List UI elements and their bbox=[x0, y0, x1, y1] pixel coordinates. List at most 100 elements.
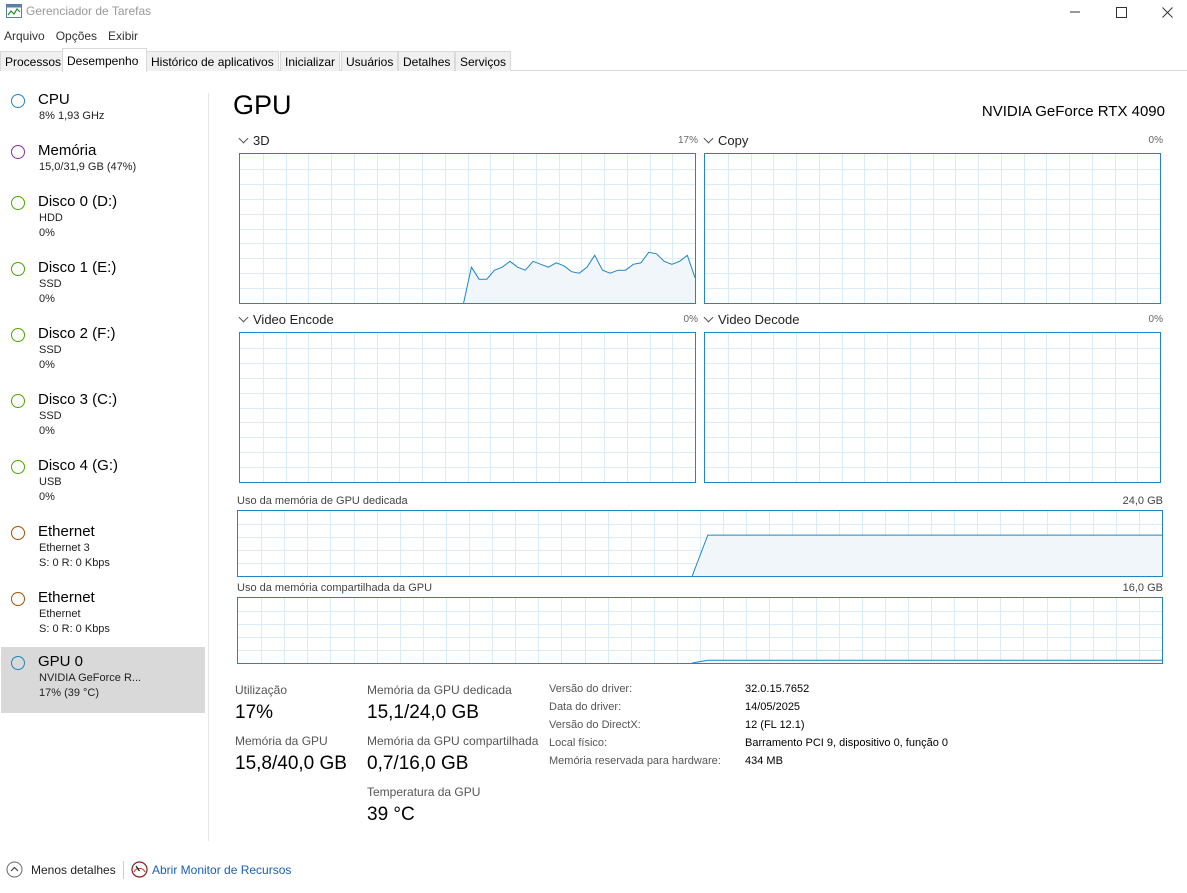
sidebar-item-memoria[interactable]: Memória 15,0/31,9 GB (47%) bbox=[1, 139, 205, 189]
tab-strip: Processos Desempenho Histórico de aplica… bbox=[0, 48, 1187, 72]
sidebar-item-adapter: Ethernet bbox=[39, 608, 81, 620]
physical-location-label: Local físico: bbox=[549, 737, 608, 749]
sidebar-item-detail: 17% (39 °C) bbox=[39, 687, 100, 699]
sidebar-item-adapter: NVIDIA GeForce R... bbox=[39, 672, 142, 684]
sidebar-item-detail: 0% bbox=[39, 359, 55, 371]
sidebar-item-ethernet-3[interactable]: Ethernet Ethernet 3 S: 0 R: 0 Kbps bbox=[1, 520, 205, 584]
chevron-down-icon bbox=[703, 312, 714, 323]
graph-video-encode-svg bbox=[240, 333, 695, 482]
hardware-reserved-memory-value: 434 MB bbox=[745, 755, 783, 767]
disk-circle-icon bbox=[11, 196, 25, 210]
menu-opcoes[interactable]: Opções bbox=[52, 26, 101, 46]
task-manager-icon bbox=[6, 4, 22, 18]
graph-shared-memory bbox=[237, 597, 1163, 664]
maximize-button[interactable] bbox=[1098, 0, 1144, 24]
gpu-memory-stat-value: 15,8/40,0 GB bbox=[235, 753, 347, 774]
sidebar-item-disco-0[interactable]: Disco 0 (D:) HDD 0% bbox=[1, 190, 205, 254]
graph-copy-label[interactable]: Copy bbox=[703, 133, 748, 148]
sidebar-item-detail: 0% bbox=[39, 491, 55, 503]
chevron-up-circle-icon[interactable] bbox=[6, 861, 23, 878]
directx-version-value: 12 (FL 12.1) bbox=[745, 719, 805, 731]
graph-3d-title: 3D bbox=[253, 133, 270, 148]
sidebar-item-disco-2[interactable]: Disco 2 (F:) SSD 0% bbox=[1, 322, 205, 386]
sidebar-item-disco-4[interactable]: Disco 4 (G:) USB 0% bbox=[1, 454, 205, 518]
graph-3d-label[interactable]: 3D bbox=[238, 133, 270, 148]
gpu-circle-icon bbox=[11, 656, 25, 670]
utilization-value: 17% bbox=[235, 702, 274, 723]
close-icon bbox=[1161, 6, 1173, 18]
gpu-temperature-value: 39 °C bbox=[367, 804, 415, 825]
window-title: Gerenciador de Tarefas bbox=[26, 4, 152, 18]
graph-shared-memory-svg bbox=[238, 598, 1162, 663]
dedicated-memory-label: Uso da memória de GPU dedicada bbox=[237, 495, 408, 507]
gpu-temperature-label: Temperatura da GPU bbox=[367, 785, 481, 799]
tab-desempenho[interactable]: Desempenho bbox=[62, 48, 147, 72]
tab-historico[interactable]: Histórico de aplicativos bbox=[146, 51, 279, 71]
series-area bbox=[692, 535, 1162, 576]
driver-version-value: 32.0.15.7652 bbox=[745, 683, 810, 695]
sidebar-item-type: SSD bbox=[39, 410, 62, 422]
chevron-down-icon bbox=[238, 312, 249, 323]
sidebar-item-cpu[interactable]: CPU 8% 1,93 GHz bbox=[1, 88, 205, 138]
sidebar-item-title: GPU 0 bbox=[38, 653, 84, 670]
shared-memory-max: 16,0 GB bbox=[1122, 582, 1163, 594]
minimize-button[interactable] bbox=[1052, 0, 1098, 24]
disk-circle-icon bbox=[11, 460, 25, 474]
physical-location-value: Barramento PCI 9, dispositivo 0, função … bbox=[745, 737, 948, 749]
disk-circle-icon bbox=[11, 328, 25, 342]
disk-circle-icon bbox=[11, 394, 25, 408]
graph-copy-svg bbox=[705, 154, 1160, 303]
shared-memory-label: Uso da memória compartilhada da GPU bbox=[237, 582, 433, 594]
footer-bar: Menos detalhes Abrir Monitor de Recursos bbox=[0, 858, 1187, 882]
graph-3d bbox=[239, 153, 696, 304]
sidebar-item-title: Ethernet bbox=[38, 589, 95, 606]
sidebar-item-disco-3[interactable]: Disco 3 (C:) SSD 0% bbox=[1, 388, 205, 452]
graph-dedicated-memory-svg bbox=[238, 511, 1162, 576]
less-details-button[interactable]: Menos detalhes bbox=[31, 863, 116, 877]
tab-inicializar[interactable]: Inicializar bbox=[280, 51, 341, 71]
sidebar-item-title: Ethernet bbox=[38, 523, 95, 540]
sidebar-item-detail: 15,0/31,9 GB (47%) bbox=[39, 161, 137, 173]
memory-circle-icon bbox=[11, 145, 25, 159]
sidebar-item-detail: 0% bbox=[39, 227, 55, 239]
graph-video-encode bbox=[239, 332, 696, 483]
sidebar-item-title: Disco 2 (F:) bbox=[38, 325, 116, 342]
sidebar-divider bbox=[208, 93, 209, 841]
dedicated-memory-stat-label: Memória da GPU dedicada bbox=[367, 683, 512, 697]
menu-arquivo[interactable]: Arquivo bbox=[0, 26, 49, 46]
footer-separator bbox=[123, 861, 124, 879]
sidebar-item-detail: 0% bbox=[39, 425, 55, 437]
sidebar-item-disco-1[interactable]: Disco 1 (E:) SSD 0% bbox=[1, 256, 205, 320]
sidebar-item-type: SSD bbox=[39, 278, 62, 290]
maximize-icon bbox=[1115, 6, 1127, 18]
resource-sidebar: CPU 8% 1,93 GHz Memória 15,0/31,9 GB (47… bbox=[0, 88, 206, 718]
graph-copy bbox=[704, 153, 1161, 304]
tab-detalhes[interactable]: Detalhes bbox=[398, 51, 456, 71]
sidebar-item-type: HDD bbox=[39, 212, 63, 224]
driver-date-label: Data do driver: bbox=[549, 701, 622, 713]
close-button[interactable] bbox=[1144, 0, 1187, 24]
tab-servicos[interactable]: Serviços bbox=[455, 51, 512, 71]
graph-video-decode-svg bbox=[705, 333, 1160, 482]
graph-video-encode-label[interactable]: Video Encode bbox=[238, 312, 334, 327]
graph-copy-percent: 0% bbox=[1148, 135, 1163, 146]
tab-processos[interactable]: Processos bbox=[0, 51, 67, 71]
open-resource-monitor-link[interactable]: Abrir Monitor de Recursos bbox=[152, 863, 291, 877]
sidebar-item-adapter: Ethernet 3 bbox=[39, 542, 90, 554]
sidebar-item-ethernet[interactable]: Ethernet Ethernet S: 0 R: 0 Kbps bbox=[1, 586, 205, 650]
sidebar-item-gpu-0[interactable]: GPU 0 NVIDIA GeForce R... 17% (39 °C) bbox=[1, 647, 205, 713]
sidebar-item-detail: S: 0 R: 0 Kbps bbox=[39, 623, 110, 635]
dedicated-memory-stat-value: 15,1/24,0 GB bbox=[367, 702, 479, 723]
sidebar-item-title: Disco 1 (E:) bbox=[38, 259, 117, 276]
graph-video-encode-percent: 0% bbox=[683, 314, 698, 325]
ethernet-circle-icon bbox=[11, 526, 25, 540]
menu-exibir[interactable]: Exibir bbox=[104, 26, 142, 46]
sidebar-item-type: SSD bbox=[39, 344, 62, 356]
title-bar: Gerenciador de Tarefas bbox=[0, 0, 1187, 24]
dedicated-memory-max: 24,0 GB bbox=[1122, 495, 1163, 507]
graph-video-decode-label[interactable]: Video Decode bbox=[703, 312, 799, 327]
tab-usuarios[interactable]: Usuários bbox=[341, 51, 399, 71]
menu-bar: Arquivo Opções Exibir bbox=[0, 26, 145, 46]
sidebar-item-detail: 0% bbox=[39, 293, 55, 305]
graph-copy-title: Copy bbox=[718, 133, 749, 148]
